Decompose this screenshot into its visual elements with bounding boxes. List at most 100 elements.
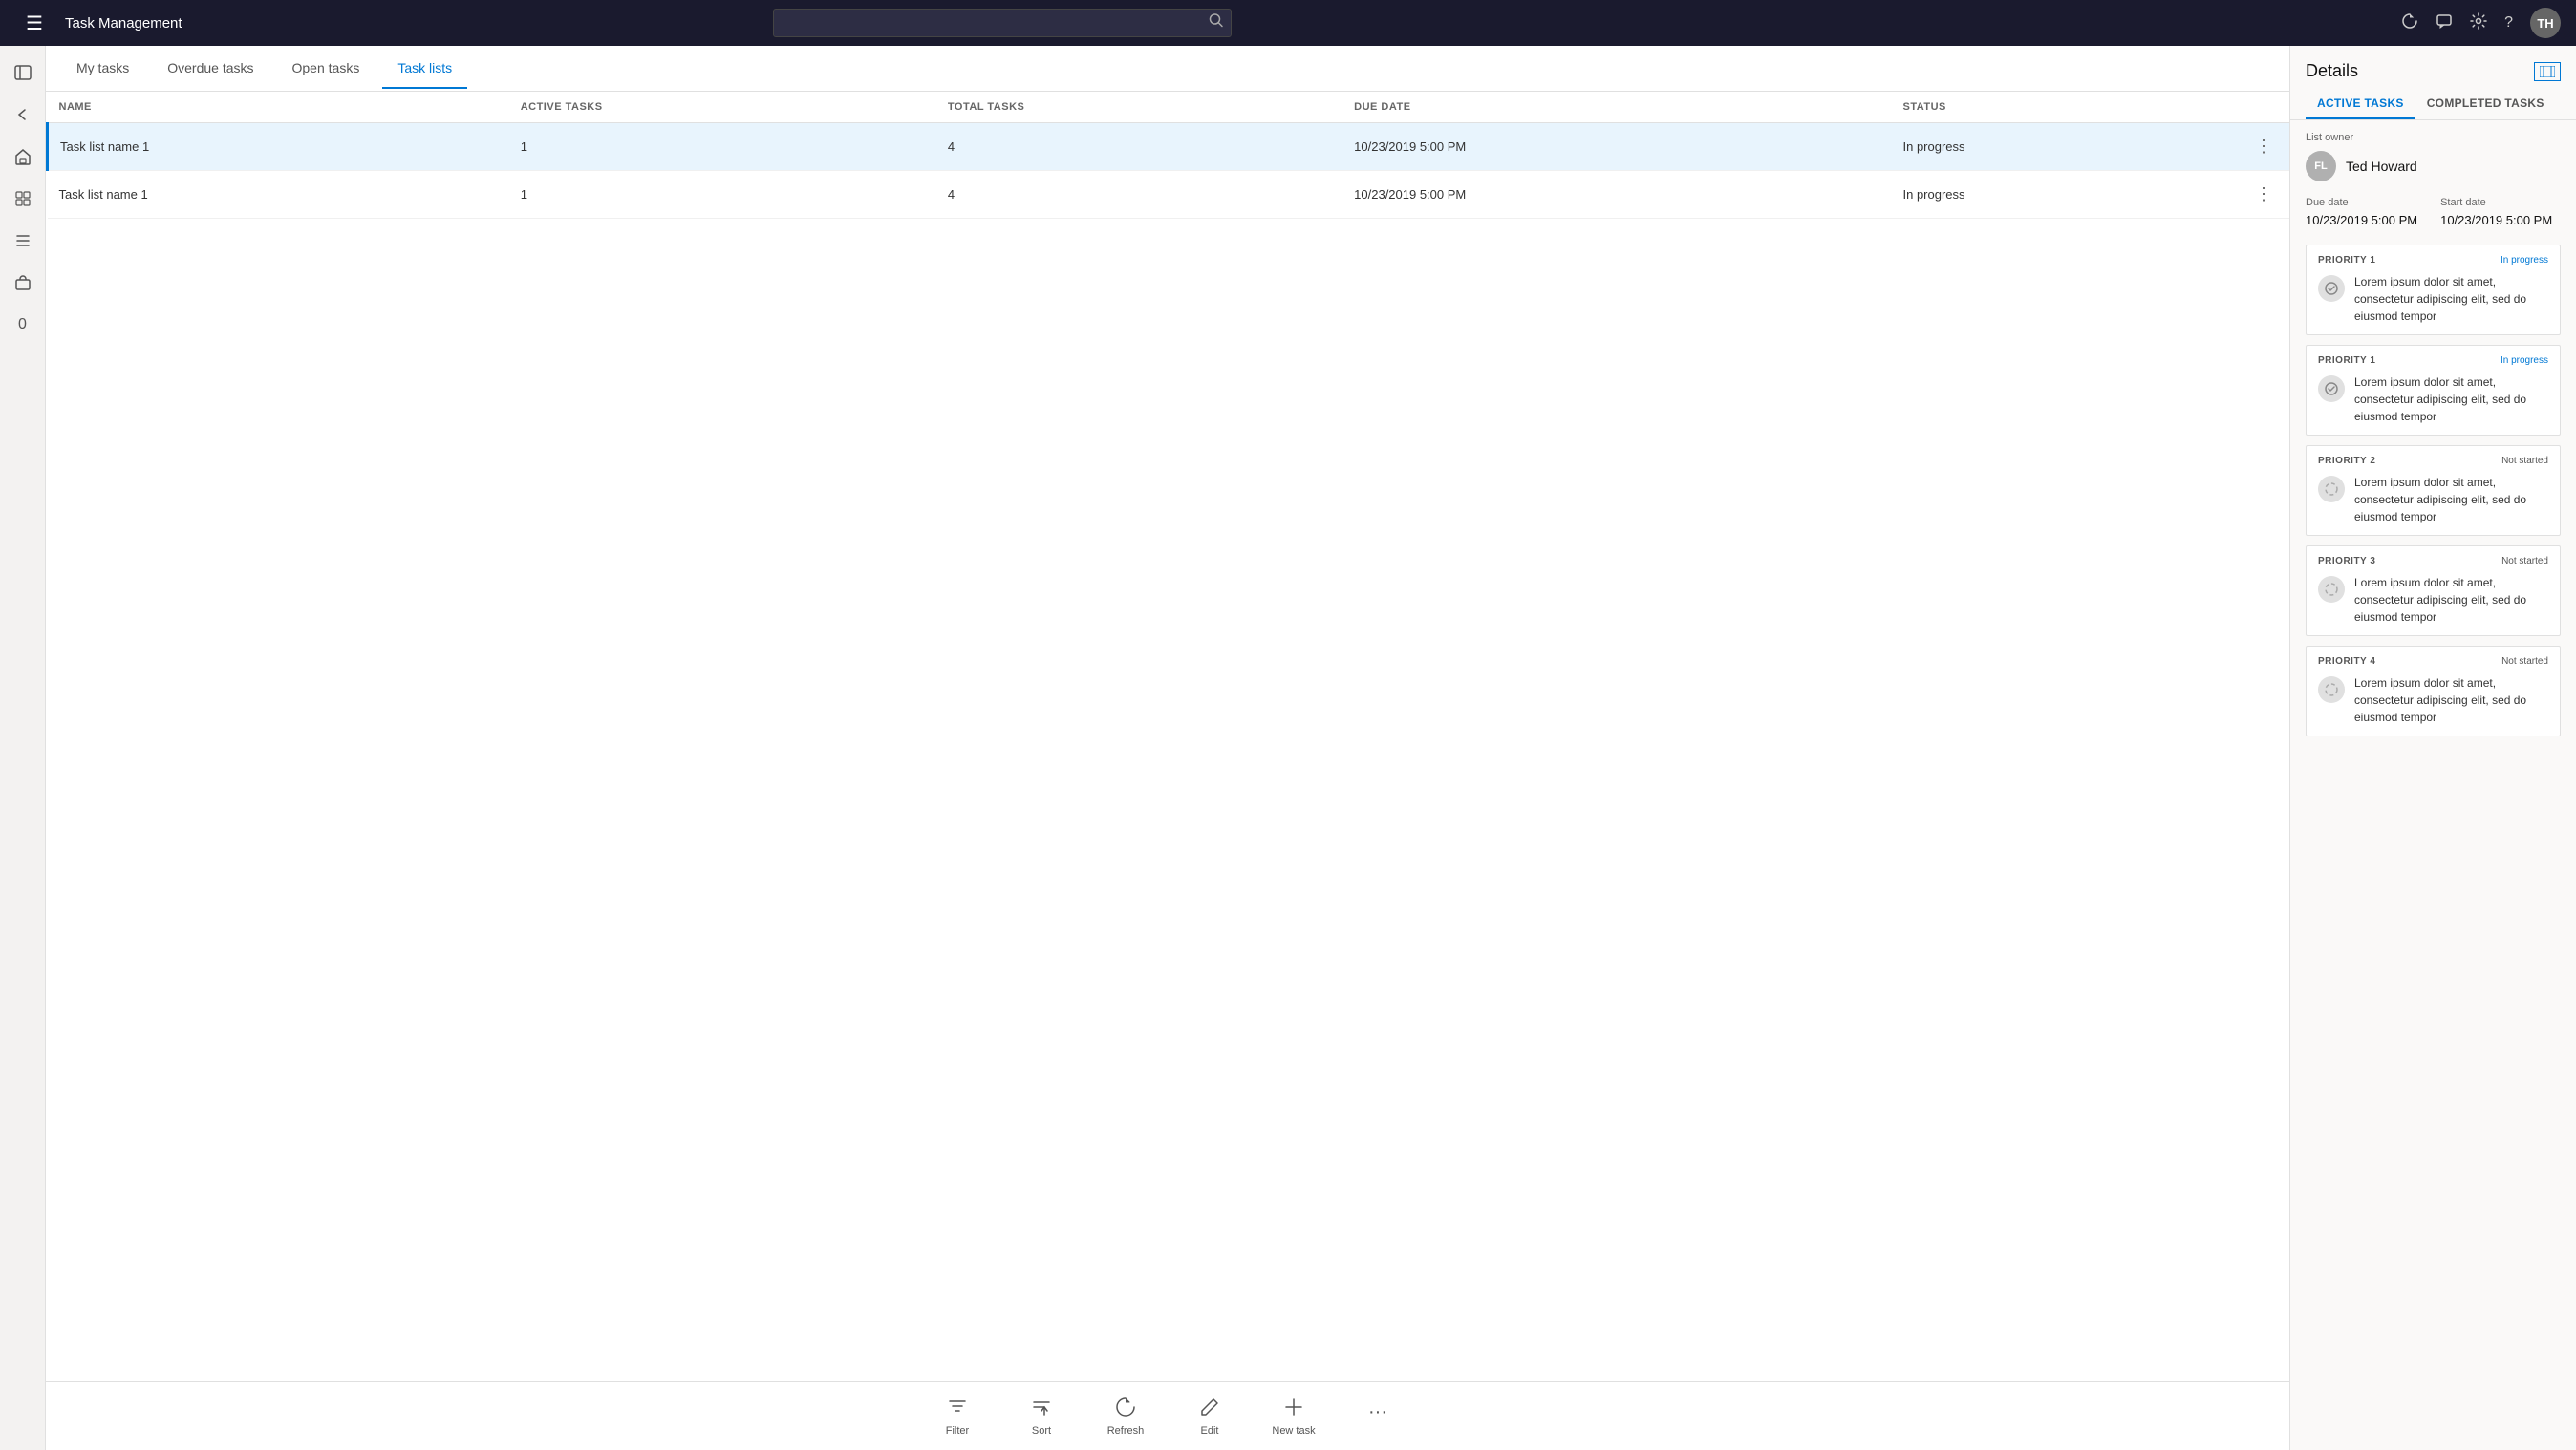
settings-icon[interactable]	[2470, 12, 2487, 34]
cell-total-tasks: 4	[936, 171, 1342, 219]
task-icon	[2318, 576, 2345, 603]
sidebar-toggle-icon[interactable]	[4, 53, 42, 92]
new-task-action[interactable]: New task	[1271, 1397, 1317, 1437]
col-total-tasks: TOTAL TASKS	[936, 92, 1342, 123]
start-date-col: Start date 10/23/2019 5:00 PM	[2440, 197, 2552, 229]
start-date-label: Start date	[2440, 197, 2552, 208]
refresh-label: Refresh	[1107, 1425, 1145, 1437]
priority-label: PRIORITY 1	[2318, 255, 2375, 266]
edit-label: Edit	[1201, 1425, 1219, 1437]
more-actions[interactable]: ···	[1355, 1401, 1401, 1423]
cell-menu: ⋮	[2238, 171, 2289, 219]
main-layout: 0 My tasks Overdue tasks Open tasks Task…	[0, 46, 2576, 1450]
tab-my-tasks[interactable]: My tasks	[61, 49, 144, 89]
details-body: List owner FL Ted Howard Due date 10/23/…	[2290, 120, 2576, 1450]
task-status-label: Not started	[2501, 556, 2548, 566]
owner-row: FL Ted Howard	[2306, 151, 2561, 181]
task-icon	[2318, 676, 2345, 703]
cell-status: In progress	[1892, 123, 2239, 171]
col-due-date: DUE DATE	[1342, 92, 1891, 123]
cell-active-tasks: 1	[509, 171, 936, 219]
sort-action[interactable]: Sort	[1019, 1397, 1064, 1437]
task-card[interactable]: PRIORITY 1 In progress Lorem ipsum dolor…	[2306, 345, 2561, 436]
refresh-icon[interactable]	[2401, 12, 2418, 34]
zero-badge: 0	[4, 306, 42, 344]
due-date-label: Due date	[2306, 197, 2417, 208]
refresh-action[interactable]: Refresh	[1103, 1397, 1148, 1437]
bag-icon[interactable]	[4, 264, 42, 302]
task-card-body: Lorem ipsum dolor sit amet, consectetur …	[2318, 474, 2548, 525]
col-actions	[2238, 92, 2289, 123]
task-card[interactable]: PRIORITY 2 Not started Lorem ipsum dolor…	[2306, 445, 2561, 536]
bottom-bar: Filter Sort	[46, 1381, 2289, 1450]
table-header-row: NAME ACTIVE TASKS TOTAL TASKS DUE DATE S…	[48, 92, 2290, 123]
user-avatar[interactable]: TH	[2530, 8, 2561, 38]
owner-avatar: FL	[2306, 151, 2336, 181]
tab-task-lists[interactable]: Task lists	[382, 49, 467, 89]
search-icon[interactable]	[1209, 13, 1224, 33]
details-collapse-button[interactable]	[2534, 62, 2561, 81]
details-header: Details	[2290, 46, 2576, 81]
details-tabs: ACTIVE TASKS COMPLETED TASKS	[2290, 81, 2576, 120]
filter-label: Filter	[946, 1425, 969, 1437]
tab-open-tasks[interactable]: Open tasks	[277, 49, 376, 89]
content-area: My tasks Overdue tasks Open tasks Task l…	[46, 46, 2289, 1450]
chat-icon[interactable]	[2436, 12, 2453, 34]
cell-total-tasks: 4	[936, 123, 1342, 171]
task-card-header: PRIORITY 2 Not started	[2318, 456, 2548, 466]
row-menu-button[interactable]: ⋮	[2249, 182, 2278, 206]
row-menu-button[interactable]: ⋮	[2249, 135, 2278, 159]
hamburger-menu-icon[interactable]: ☰	[15, 4, 54, 42]
task-status-label: In progress	[2501, 255, 2548, 266]
app-title: Task Management	[65, 15, 182, 32]
task-card-body: Lorem ipsum dolor sit amet, consectetur …	[2318, 574, 2548, 626]
task-card-header: PRIORITY 1 In progress	[2318, 355, 2548, 366]
task-icon	[2318, 275, 2345, 302]
details-tab-active-tasks[interactable]: ACTIVE TASKS	[2306, 89, 2415, 119]
list-owner-label: List owner	[2306, 132, 2561, 143]
left-icon-bar: 0	[0, 46, 46, 1450]
table-row[interactable]: Task list name 1 1 4 10/23/2019 5:00 PM …	[48, 123, 2290, 171]
list-icon[interactable]	[4, 222, 42, 260]
priority-label: PRIORITY 4	[2318, 656, 2375, 667]
task-card-body: Lorem ipsum dolor sit amet, consectetur …	[2318, 273, 2548, 325]
task-text: Lorem ipsum dolor sit amet, consectetur …	[2354, 474, 2548, 525]
owner-name: Ted Howard	[2346, 159, 2417, 174]
cell-menu: ⋮	[2238, 123, 2289, 171]
task-card-body: Lorem ipsum dolor sit amet, consectetur …	[2318, 373, 2548, 425]
col-active-tasks: ACTIVE TASKS	[509, 92, 936, 123]
cell-due-date: 10/23/2019 5:00 PM	[1342, 171, 1891, 219]
search-input[interactable]	[773, 9, 1232, 37]
col-status: STATUS	[1892, 92, 2239, 123]
sort-label: Sort	[1032, 1425, 1051, 1437]
task-status-label: Not started	[2501, 656, 2548, 667]
task-status-label: Not started	[2501, 456, 2548, 466]
details-title: Details	[2306, 61, 2358, 81]
start-date-value: 10/23/2019 5:00 PM	[2440, 213, 2552, 227]
table-row[interactable]: Task list name 1 1 4 10/23/2019 5:00 PM …	[48, 171, 2290, 219]
home-icon[interactable]	[4, 138, 42, 176]
dates-row: Due date 10/23/2019 5:00 PM Start date 1…	[2306, 197, 2561, 229]
edit-action[interactable]: Edit	[1187, 1397, 1233, 1437]
back-icon[interactable]	[4, 96, 42, 134]
table-wrapper: NAME ACTIVE TASKS TOTAL TASKS DUE DATE S…	[46, 92, 2289, 1381]
tab-overdue-tasks[interactable]: Overdue tasks	[152, 49, 268, 89]
task-icon	[2318, 476, 2345, 502]
task-text: Lorem ipsum dolor sit amet, consectetur …	[2354, 674, 2548, 726]
sort-icon	[1031, 1397, 1052, 1421]
list-owner-section: List owner FL Ted Howard	[2306, 132, 2561, 181]
task-card[interactable]: PRIORITY 1 In progress Lorem ipsum dolor…	[2306, 245, 2561, 335]
cell-name: Task list name 1	[48, 123, 509, 171]
details-tab-completed-tasks[interactable]: COMPLETED TASKS	[2415, 89, 2556, 119]
edit-icon	[1199, 1397, 1220, 1421]
filter-action[interactable]: Filter	[934, 1397, 980, 1437]
task-card[interactable]: PRIORITY 4 Not started Lorem ipsum dolor…	[2306, 646, 2561, 736]
task-text: Lorem ipsum dolor sit amet, consectetur …	[2354, 273, 2548, 325]
task-status-label: In progress	[2501, 355, 2548, 366]
apps-icon[interactable]	[4, 180, 42, 218]
task-card-header: PRIORITY 1 In progress	[2318, 255, 2548, 266]
top-nav-actions: ? TH	[2401, 8, 2561, 38]
filter-icon	[947, 1397, 968, 1421]
task-card[interactable]: PRIORITY 3 Not started Lorem ipsum dolor…	[2306, 545, 2561, 636]
help-icon[interactable]: ?	[2504, 14, 2513, 32]
